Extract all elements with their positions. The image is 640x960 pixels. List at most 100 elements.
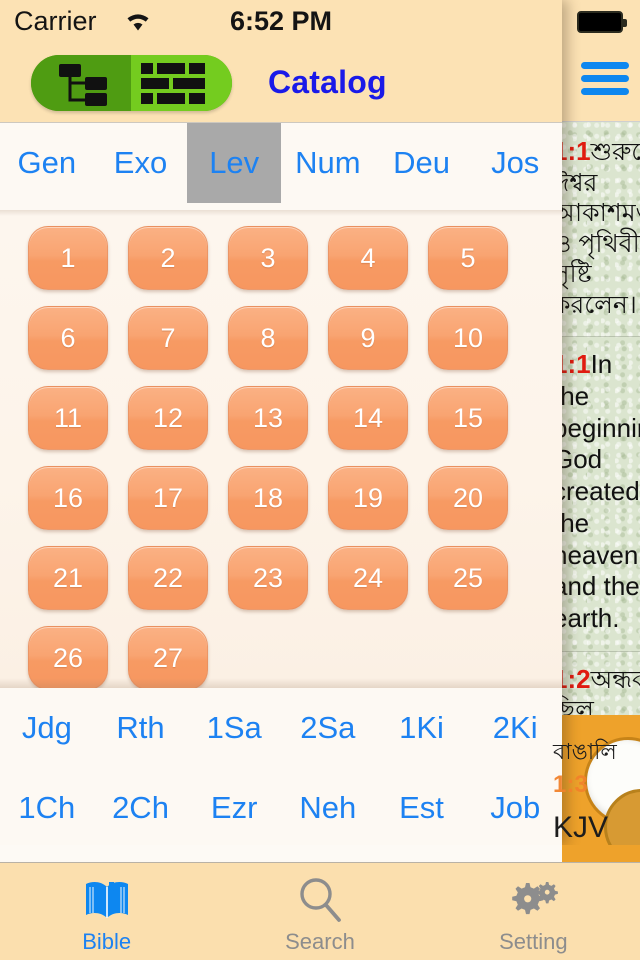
- chapter-cell: 11: [18, 378, 118, 458]
- tab-label-setting: Setting: [499, 928, 568, 954]
- book-tab-row: 1Ch 2Ch Ezr Neh Est Job: [0, 768, 562, 845]
- chapter-button[interactable]: 21: [28, 546, 108, 610]
- chapter-button[interactable]: 16: [28, 466, 108, 530]
- book-tab-neh[interactable]: Neh: [281, 768, 375, 845]
- book-tab-1ch[interactable]: 1Ch: [0, 768, 94, 845]
- tab-search[interactable]: Search: [213, 863, 426, 960]
- book-tab-exo[interactable]: Exo: [94, 123, 188, 203]
- chapter-grid: 1 2 3 4 5 6 7 8 9 10 11 12 13 14 15 16 1…: [0, 210, 562, 688]
- chapter-button[interactable]: 7: [128, 306, 208, 370]
- version-label-bengali[interactable]: বাঙালি: [553, 735, 617, 772]
- chapter-cell: 10: [418, 298, 518, 378]
- catalog-logo-icon[interactable]: [31, 55, 232, 111]
- magnifier-icon: [293, 873, 347, 927]
- chapter-button[interactable]: 12: [128, 386, 208, 450]
- gears-icon: [506, 873, 560, 927]
- chapter-button[interactable]: 13: [228, 386, 308, 450]
- chapter-grid-container: 1 2 3 4 5 6 7 8 9 10 11 12 13 14 15 16 1…: [0, 210, 562, 688]
- chapter-cell: 1: [18, 218, 118, 298]
- chapter-cell: 4: [318, 218, 418, 298]
- chapter-button[interactable]: 14: [328, 386, 408, 450]
- chapter-button[interactable]: 10: [428, 306, 508, 370]
- chapter-button[interactable]: 20: [428, 466, 508, 530]
- page-title: Catalog: [268, 64, 387, 100]
- chapter-cell: 25: [418, 538, 518, 618]
- chapter-cell: 20: [418, 458, 518, 538]
- book-tab-2ki[interactable]: 2Ki: [468, 688, 562, 768]
- book-tab-row: Jdg Rth 1Sa 2Sa 1Ki 2Ki: [0, 688, 562, 768]
- chapter-button[interactable]: 1: [28, 226, 108, 290]
- chapter-button[interactable]: 25: [428, 546, 508, 610]
- chapter-cell: 17: [118, 458, 218, 538]
- verse-item[interactable]: 1:1In the beginning God created the heav…: [553, 349, 640, 634]
- chapter-cell: 2: [118, 218, 218, 298]
- bottom-tab-bar: Bible Search Setting: [0, 862, 640, 960]
- book-tab-jdg[interactable]: Jdg: [0, 688, 94, 768]
- chapter-cell: 22: [118, 538, 218, 618]
- hamburger-menu-icon[interactable]: [581, 62, 629, 102]
- version-label-kjv[interactable]: KJV: [553, 811, 608, 845]
- chapter-cell: 15: [418, 378, 518, 458]
- chapter-cell: 16: [18, 458, 118, 538]
- book-tab-2sa[interactable]: 2Sa: [281, 688, 375, 768]
- panel-bottom-strip: [0, 845, 562, 862]
- chapter-button[interactable]: 5: [428, 226, 508, 290]
- book-tabs-top: Gen Exo Lev Num Deu Jos: [0, 123, 562, 210]
- chapter-button[interactable]: 22: [128, 546, 208, 610]
- book-tab-gen[interactable]: Gen: [0, 123, 94, 203]
- chapter-cell: 8: [218, 298, 318, 378]
- chapter-cell: 14: [318, 378, 418, 458]
- overlay-corner-fill: [562, 845, 640, 862]
- book-tab-deu[interactable]: Deu: [375, 123, 469, 203]
- chapter-cell: 5: [418, 218, 518, 298]
- book-tab-rth[interactable]: Rth: [94, 688, 188, 768]
- chapter-button[interactable]: 11: [28, 386, 108, 450]
- chapter-cell: 12: [118, 378, 218, 458]
- chapter-button[interactable]: 18: [228, 466, 308, 530]
- chapter-button[interactable]: 3: [228, 226, 308, 290]
- chapter-cell: 7: [118, 298, 218, 378]
- verse-divider: [553, 336, 640, 338]
- book-tab-ezr[interactable]: Ezr: [187, 768, 281, 845]
- chapter-button[interactable]: 15: [428, 386, 508, 450]
- book-tab-lev[interactable]: Lev: [187, 123, 282, 203]
- chapter-button[interactable]: 24: [328, 546, 408, 610]
- chapter-cell: 18: [218, 458, 318, 538]
- chapter-cell: 9: [318, 298, 418, 378]
- tab-label-search: Search: [285, 928, 355, 954]
- chapter-button[interactable]: 8: [228, 306, 308, 370]
- book-tab-est[interactable]: Est: [375, 768, 469, 845]
- tab-setting[interactable]: Setting: [427, 863, 640, 960]
- verse-text: In the beginning God created the heaven …: [553, 349, 640, 633]
- book-tabs-bottom: Jdg Rth 1Sa 2Sa 1Ki 2Ki 1Ch 2Ch Ezr Neh …: [0, 688, 562, 845]
- app-root: 1:1শুরুতে ঈশ্বর আকাশমণ্ডল ও পৃথিবী সৃষ্ট…: [0, 0, 640, 960]
- chapter-button[interactable]: 6: [28, 306, 108, 370]
- book-tab-1ki[interactable]: 1Ki: [375, 688, 469, 768]
- book-tab-job[interactable]: Job: [468, 768, 562, 845]
- book-tab-jos[interactable]: Jos: [468, 123, 562, 203]
- grid-bottom-shadow: [0, 678, 562, 688]
- book-tab-1sa[interactable]: 1Sa: [187, 688, 281, 768]
- chapter-button[interactable]: 4: [328, 226, 408, 290]
- chapter-cell: 23: [218, 538, 318, 618]
- book-tab-2ch[interactable]: 2Ch: [94, 768, 188, 845]
- chapter-cell: 19: [318, 458, 418, 538]
- battery-full-icon: [577, 11, 627, 33]
- navigation-bar: Catalog: [0, 40, 562, 123]
- chapter-button[interactable]: 9: [328, 306, 408, 370]
- tab-bible[interactable]: Bible: [0, 863, 213, 960]
- chapter-cell: 21: [18, 538, 118, 618]
- verse-item[interactable]: 1:1শুরুতে ঈশ্বর আকাশমণ্ডল ও পৃথিবী সৃষ্ট…: [553, 136, 640, 320]
- chapter-button[interactable]: 23: [228, 546, 308, 610]
- chapter-button[interactable]: 2: [128, 226, 208, 290]
- book-tab-row: Gen Exo Lev Num Deu Jos: [0, 123, 562, 203]
- book-tab-num[interactable]: Num: [281, 123, 375, 203]
- chapter-button[interactable]: 19: [328, 466, 408, 530]
- catalog-panel: Carrier 6:52 PM Catalog Gen Exo Lev Num …: [0, 0, 562, 845]
- chapter-button[interactable]: 17: [128, 466, 208, 530]
- chapter-cell: 13: [218, 378, 318, 458]
- verse-divider: [553, 650, 640, 652]
- status-bar: Carrier 6:52 PM: [0, 0, 562, 40]
- chapter-cell: 3: [218, 218, 318, 298]
- chapter-cell: 24: [318, 538, 418, 618]
